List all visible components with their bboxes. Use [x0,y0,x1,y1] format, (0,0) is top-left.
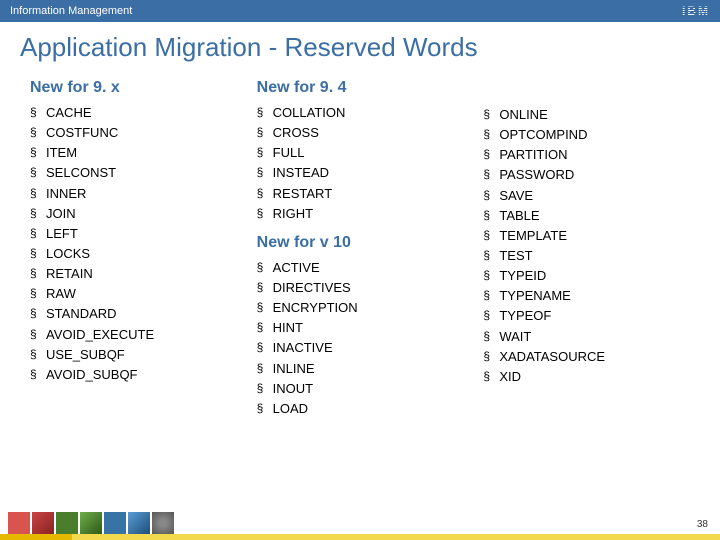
list-item: ENCRYPTION [257,298,464,318]
list-item: COSTFUNC [30,123,237,143]
list-item: LOCKS [30,244,237,264]
list-item: AVOID_SUBQF [30,365,237,385]
list-item: FULL [257,143,464,163]
section-heading: New for 9. 4 [257,79,464,97]
list-item: AVOID_EXECUTE [30,325,237,345]
reserved-list: ONLINEOPTCOMPINDPARTITIONPASSWORDSAVETAB… [483,105,690,387]
column-1: New for 9. x CACHECOSTFUNCITEMSELCONSTINN… [30,69,237,419]
page-number: 38 [697,519,708,530]
decor-square [80,512,102,534]
list-item: JOIN [30,204,237,224]
list-item: RIGHT [257,204,464,224]
list-item: TABLE [483,206,690,226]
list-item: TEMPLATE [483,226,690,246]
list-item: RESTART [257,184,464,204]
footer-stripe [0,534,720,540]
list-item: ITEM [30,143,237,163]
list-item: TYPEOF [483,306,690,326]
list-item: SELCONST [30,163,237,183]
list-item: INLINE [257,359,464,379]
column-2: New for 9. 4 COLLATIONCROSSFULLINSTEADRES… [257,69,464,419]
list-item: LEFT [30,224,237,244]
list-item: CROSS [257,123,464,143]
header-subtitle: Information Management [10,5,132,17]
list-item: ACTIVE [257,258,464,278]
footer: 38 [0,510,720,540]
list-item: OPTCOMPIND [483,125,690,145]
list-item: INACTIVE [257,338,464,358]
reserved-list: ACTIVEDIRECTIVESENCRYPTIONHINTINACTIVEIN… [257,258,464,419]
list-item: PASSWORD [483,165,690,185]
list-item: LOAD [257,399,464,419]
list-item: USE_SUBQF [30,345,237,365]
column-3: ONLINEOPTCOMPINDPARTITIONPASSWORDSAVETAB… [483,69,690,419]
list-item: INNER [30,184,237,204]
reserved-list: CACHECOSTFUNCITEMSELCONSTINNERJOINLEFTLO… [30,103,237,385]
list-item: RAW [30,284,237,304]
section-heading: New for 9. x [30,79,237,97]
list-item: INSTEAD [257,163,464,183]
section-heading: New for v 10 [257,234,464,252]
list-item: PARTITION [483,145,690,165]
decor-square [56,512,78,534]
decor-square [32,512,54,534]
list-item: COLLATION [257,103,464,123]
list-item: RETAIN [30,264,237,284]
decor-square [104,512,126,534]
list-item: STANDARD [30,304,237,324]
list-item: XADATASOURCE [483,347,690,367]
list-item: TYPEID [483,266,690,286]
page-title: Application Migration - Reserved Words [0,22,720,69]
header-bar: Information Management IBM [0,0,720,22]
list-item: HINT [257,318,464,338]
reserved-list: COLLATIONCROSSFULLINSTEADRESTARTRIGHT [257,103,464,224]
list-item: TEST [483,246,690,266]
list-item: TYPENAME [483,286,690,306]
footer-decor [8,512,174,534]
list-item: SAVE [483,186,690,206]
content-area: New for 9. x CACHECOSTFUNCITEMSELCONSTINN… [0,69,720,419]
list-item: XID [483,367,690,387]
list-item: INOUT [257,379,464,399]
list-item: ONLINE [483,105,690,125]
list-item: WAIT [483,327,690,347]
list-item: CACHE [30,103,237,123]
list-item: DIRECTIVES [257,278,464,298]
decor-square [8,512,30,534]
decor-square [152,512,174,534]
ibm-logo: IBM [682,4,710,18]
decor-square [128,512,150,534]
